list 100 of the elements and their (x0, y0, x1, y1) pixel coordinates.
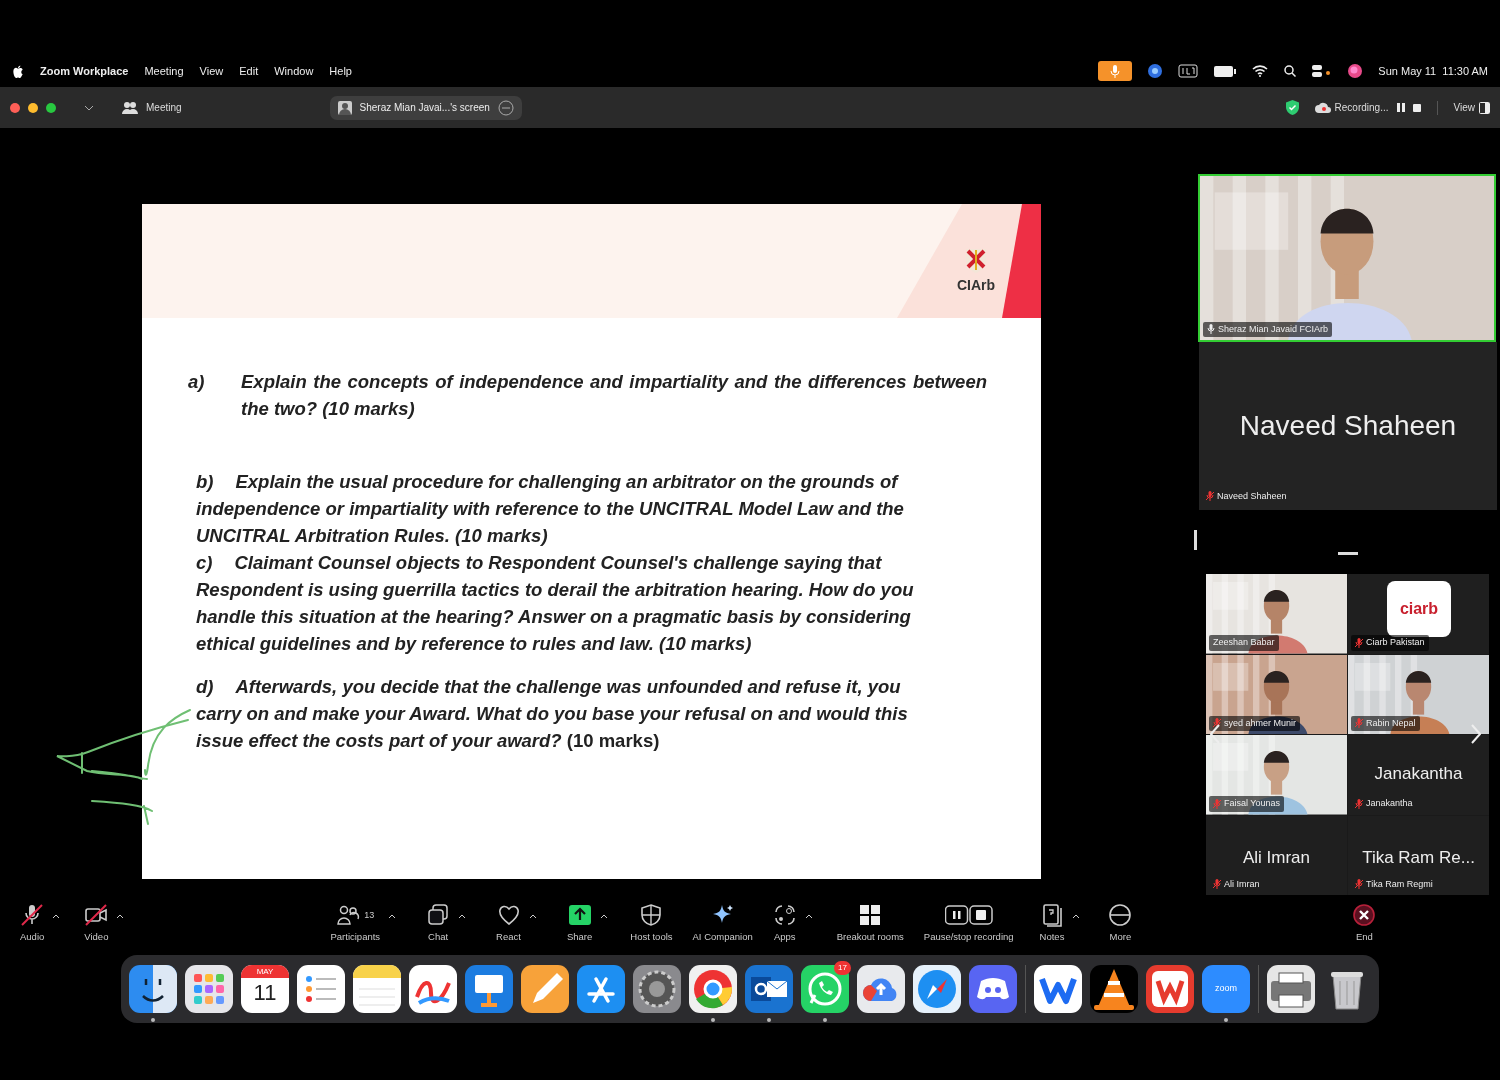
video-button[interactable]: Video (84, 903, 109, 945)
participant-name: Janakantha (1374, 763, 1463, 785)
chevron-right-icon[interactable] (1471, 724, 1481, 744)
meeting-label[interactable]: Meeting (146, 100, 182, 115)
question-text: b) Explain the usual procedure for challenging an arbitrator on the grounds of independence or impartiality with reference to the UNCITRAL Model Law and the UNCITRAL Arbitration Rules. (10 marks) (196, 471, 904, 546)
name-label: Ciarb Pakistan (1351, 635, 1429, 651)
list-icon[interactable] (297, 965, 345, 1013)
calendar-icon[interactable]: MAY 11 (241, 965, 289, 1013)
video-tile[interactable]: Sheraz Mian Javaid FCIArb (1198, 174, 1496, 342)
video-tile[interactable]: Naveed Shaheen Naveed Shaheen (1199, 342, 1497, 510)
caret-icon[interactable] (458, 913, 467, 919)
video-tile[interactable]: Faisal Younas (1206, 735, 1347, 815)
notes-button[interactable]: Notes (1039, 903, 1065, 945)
minus-circle-icon[interactable] (497, 99, 514, 116)
battery-icon[interactable] (1214, 65, 1237, 77)
chat-button[interactable]: Chat (426, 903, 451, 945)
menu-item[interactable]: View (199, 62, 224, 80)
breakout-button[interactable]: Breakout rooms (836, 903, 904, 945)
video-tile[interactable]: Janakantha Janakantha (1348, 735, 1489, 815)
toggle-icon[interactable] (1312, 65, 1333, 77)
close-icon (1352, 903, 1377, 928)
phone-icon[interactable] (801, 965, 849, 1013)
caret-icon[interactable] (528, 913, 537, 919)
participant-count: 13 (364, 908, 375, 922)
ai-button[interactable]: AI Companion (692, 903, 753, 945)
mic-status-icon[interactable] (1098, 61, 1133, 81)
drag-handle[interactable] (1338, 552, 1358, 555)
video-tile[interactable]: Ali Imran Ali Imran (1206, 815, 1347, 895)
search-icon[interactable] (1284, 65, 1297, 77)
zoom-button[interactable] (46, 102, 56, 113)
more-button[interactable]: More (1108, 903, 1133, 945)
chat-icon (426, 903, 451, 928)
caret-icon[interactable] (52, 913, 61, 919)
grid-icon (858, 903, 883, 928)
question-text: d) Afterwards, you decide that the challenge was unfounded and refuse it, you carry on and make your Award. What do you base your refusal on and would this issue effect the costs part of your award? (10 marks) (196, 676, 908, 751)
menu-item[interactable]: Meeting (144, 62, 184, 80)
chevron-left-icon[interactable] (1210, 724, 1220, 744)
podium-icon[interactable] (465, 965, 513, 1013)
name-label: Naveed Shaheen (1202, 488, 1291, 504)
compass-icon[interactable] (913, 965, 961, 1013)
video-tile[interactable]: Tika Ram Re... Tika Ram Regmi (1348, 815, 1489, 895)
shield-icon (639, 903, 664, 928)
react-button[interactable]: React (496, 903, 521, 945)
apps-button[interactable]: Apps (772, 903, 797, 945)
minimize-button[interactable] (28, 102, 38, 113)
logo-text: CIArb (956, 278, 995, 292)
ring-icon[interactable] (689, 965, 737, 1013)
audio-button[interactable]: Audio (20, 903, 45, 945)
splitter-handle[interactable] (1194, 530, 1197, 550)
panel-icon (1479, 101, 1490, 114)
menu-item[interactable]: Help (329, 62, 352, 80)
printer-icon[interactable] (1267, 965, 1315, 1013)
caret-icon[interactable] (388, 913, 397, 919)
orb-icon[interactable] (1348, 64, 1363, 78)
view-button[interactable]: View (1453, 100, 1490, 115)
video-tile[interactable]: syed ahmer Munir (1206, 654, 1347, 734)
wifi-icon[interactable] (1252, 65, 1269, 77)
caret-icon[interactable] (804, 913, 813, 919)
stop-icon[interactable] (1412, 103, 1421, 112)
avatar-icon (337, 100, 352, 115)
app-menu[interactable]: Zoom Workplace (40, 62, 129, 80)
apple-icon[interactable] (12, 64, 24, 78)
name-label: Rabin Nepal (1351, 715, 1420, 731)
gear-icon[interactable] (633, 965, 681, 1013)
notepad-icon[interactable] (353, 965, 401, 1013)
gamepad-icon[interactable] (969, 965, 1017, 1013)
traffic-cone-icon[interactable] (1090, 965, 1138, 1013)
squiggle-icon[interactable] (409, 965, 457, 1013)
circle-icon[interactable] (1148, 64, 1163, 78)
chevron-down-icon[interactable] (84, 104, 94, 111)
name-label: Sheraz Mian Javaid FCIArb (1203, 321, 1333, 337)
end-button[interactable]: End (1352, 903, 1377, 945)
menu-item[interactable]: Window (274, 62, 314, 80)
zigzag-icon[interactable] (1146, 965, 1194, 1013)
record-button[interactable]: Pause/stop recording (923, 903, 1014, 945)
video-tile[interactable]: ciarb Ciarb Pakistan (1348, 574, 1489, 654)
video-tile[interactable]: Rabin Nepal (1348, 654, 1489, 734)
pause-icon[interactable] (1396, 103, 1405, 112)
zigzag-icon[interactable] (1034, 965, 1082, 1013)
smiley-face-icon[interactable] (129, 965, 177, 1013)
keyboard-icon[interactable] (1178, 64, 1199, 78)
people-icon[interactable] (122, 100, 138, 115)
app-store-icon[interactable] (577, 965, 625, 1013)
participant-name: Tika Ram Re... (1362, 846, 1475, 869)
host-button[interactable]: Host tools (630, 903, 673, 945)
caret-icon[interactable] (600, 913, 609, 919)
envelope-icon[interactable] (745, 965, 793, 1013)
menu-item[interactable]: Edit (239, 62, 259, 80)
caret-icon[interactable] (1072, 913, 1081, 919)
participants-button[interactable]: 13 Participants (330, 903, 381, 945)
screen-share-pill[interactable]: Sheraz Mian Javai...'s screen (329, 95, 522, 120)
share-button[interactable]: Share (566, 903, 593, 945)
caret-icon[interactable] (116, 913, 125, 919)
video-tile[interactable]: Zeeshan Babar (1206, 574, 1347, 654)
grid-icon[interactable] (185, 965, 233, 1013)
pencil-icon[interactable] (521, 965, 569, 1013)
close-button[interactable] (10, 102, 20, 113)
cloud-icon[interactable] (857, 965, 905, 1013)
crest-icon (964, 248, 987, 274)
name-label: Zeeshan Babar (1209, 635, 1279, 651)
